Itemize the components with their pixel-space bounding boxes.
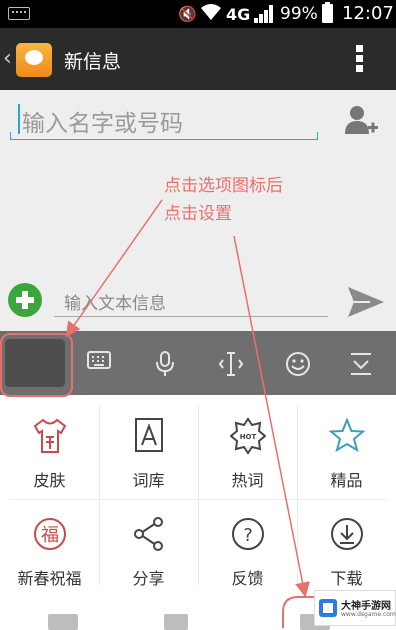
keyboard-toolbar [0,331,396,395]
clock: 12:07 [342,3,394,24]
back-icon[interactable]: ‹ [3,46,12,71]
network-type: 4G [226,5,251,24]
partial-tab[interactable] [48,614,78,630]
hide-keyboard-icon[interactable] [336,341,386,385]
panel-item-label: 热词 [231,471,264,490]
panel-item-blessing[interactable]: 福 新春祝福 [0,499,99,599]
add-attachment-button[interactable] [8,283,42,317]
cursor-move-icon[interactable] [206,341,256,385]
keyboard-icon[interactable] [74,341,124,385]
panel-item-label: 下载 [330,569,363,588]
status-bar: 🔇 4G 99% 12:07 [0,0,396,28]
message-input[interactable]: 输入文本信息 [54,285,328,317]
recipient-input[interactable]: 输入名字或号码 [10,100,318,140]
keyboard-status-icon [8,7,30,20]
site-watermark: 大神手游网 www.dsgame.com [314,590,396,626]
feedback-icon: ? [230,515,266,553]
panel-item-download[interactable]: 下载 [297,499,396,599]
battery-icon [322,2,333,23]
panel-item-share[interactable]: 分享 [99,499,198,599]
svg-text:HOT: HOT [240,433,257,441]
overflow-menu-icon[interactable] [356,45,366,73]
options-icon[interactable] [5,339,65,387]
battery-percent: 99% [280,4,318,24]
watermark-name: 大神手游网 [341,601,391,612]
recipient-placeholder: 输入名字或号码 [22,111,183,137]
text-cursor [18,104,20,134]
hot-words-icon: HOT [229,417,267,455]
message-placeholder: 输入文本信息 [64,294,166,314]
panel-item-label: 反馈 [231,569,264,588]
annotation-line-1: 点击选项图标后 [164,176,283,196]
panel-item-label: 精品 [330,471,363,490]
share-icon [131,515,167,553]
emoji-icon[interactable] [272,341,322,385]
svg-text:福: 福 [41,525,59,546]
panel-item-label: 皮肤 [33,471,66,490]
messaging-app-icon[interactable] [16,43,52,77]
panel-item-featured[interactable]: 精品 [297,401,396,501]
instruction-annotation: 点击选项图标后 点击设置 [164,172,283,228]
title-bar: ‹ 新信息 [0,28,396,90]
skin-shirt-icon [32,417,68,455]
send-icon[interactable] [346,285,386,319]
panel-item-skin[interactable]: 皮肤 [0,401,99,501]
page-title: 新信息 [64,51,122,73]
panel-item-feedback[interactable]: ? 反馈 [198,499,297,599]
panel-item-hot-words[interactable]: HOT 热词 [198,401,297,501]
star-icon [328,417,366,455]
signal-icon [254,5,274,23]
annotation-line-2: 点击设置 [164,204,232,224]
dictionary-icon [131,417,167,455]
add-contact-icon[interactable] [344,104,378,138]
download-icon [329,515,365,553]
blessing-icon: 福 [32,515,68,553]
panel-item-dictionary[interactable]: 词库 [99,401,198,501]
message-row: 输入文本信息 [0,275,396,331]
watermark-url: www.dsgame.com [341,611,396,618]
mute-icon: 🔇 [178,5,197,23]
wifi-icon [200,3,222,26]
svg-text:?: ? [243,525,253,546]
watermark-logo-icon [319,599,337,617]
panel-item-label: 新春祝福 [17,569,82,588]
panel-item-label: 分享 [132,569,165,588]
partial-tab[interactable] [164,614,188,630]
microphone-icon[interactable] [140,341,190,385]
panel-item-label: 词库 [132,471,165,490]
